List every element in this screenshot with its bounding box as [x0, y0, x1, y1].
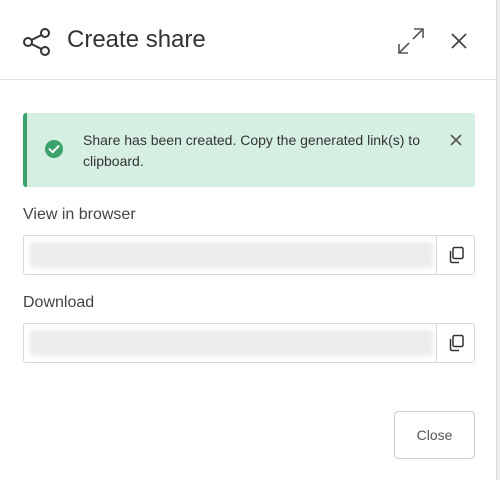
dialog-title: Create share: [67, 26, 206, 53]
download-field: [23, 323, 475, 363]
view-link-input[interactable]: [24, 236, 435, 274]
download-link-input[interactable]: [24, 324, 435, 362]
share-icon: [22, 27, 52, 57]
view-in-browser-field: [23, 235, 475, 275]
copy-icon[interactable]: [436, 324, 474, 362]
copy-icon[interactable]: [436, 236, 474, 274]
dialog-header: Create share: [0, 0, 496, 80]
close-button[interactable]: Close: [394, 411, 475, 459]
download-label: Download: [23, 294, 95, 311]
create-share-dialog: Create share Share has been created. Cop…: [0, 0, 497, 480]
success-alert: Share has been created. Copy the generat…: [23, 113, 475, 187]
view-in-browser-label: View in browser: [23, 206, 136, 223]
check-circle-icon: [44, 139, 64, 159]
close-icon[interactable]: [447, 131, 465, 149]
expand-icon[interactable]: [396, 26, 426, 56]
alert-message: Share has been created. Copy the generat…: [83, 132, 420, 169]
close-icon[interactable]: [447, 29, 471, 53]
